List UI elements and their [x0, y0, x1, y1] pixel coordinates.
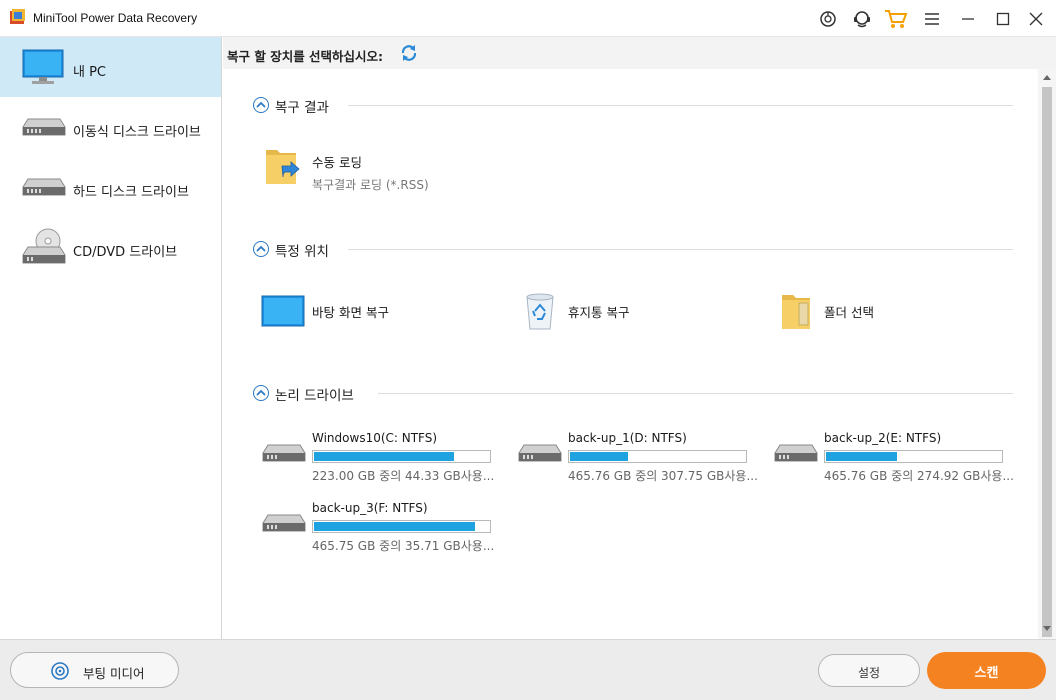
main-header-title: 복구 할 장치를 선택하십시오: [227, 49, 384, 64]
cd-dvd-drive-icon [22, 227, 66, 268]
drive-info: 465.75 GB 중의 35.71 GB사용... [312, 539, 495, 553]
monitor-icon [22, 49, 64, 88]
manual-load-title: 수동 로딩 [312, 155, 362, 170]
minimize-icon[interactable] [956, 7, 980, 31]
drive-usage-fill [314, 522, 475, 531]
manual-load-subtitle: 복구결과 로딩 (*.RSS) [312, 178, 429, 192]
section-divider [348, 249, 1013, 250]
sidebar-item-label: 이동식 디스크 드라이브 [73, 125, 201, 140]
sidebar-item-cd-dvd-drive[interactable]: CD/DVD 드라이브 [0, 217, 221, 277]
drive-info: 465.76 GB 중의 274.92 GB사용... [824, 469, 1014, 483]
title-bar: MiniTool Power Data Recovery [0, 0, 1056, 37]
drive-icon [774, 443, 818, 466]
drive-name: back-up_2(E: NTFS) [824, 431, 942, 445]
close-icon[interactable] [1024, 7, 1048, 31]
drive-usage-fill [570, 452, 629, 461]
recycle-bin-icon [523, 291, 557, 334]
manual-load-item[interactable]: 수동 로딩 복구결과 로딩 (*.RSS) [263, 142, 463, 192]
cart-icon[interactable] [884, 7, 908, 31]
folder-select-item[interactable]: 폴더 선택 [779, 291, 979, 331]
menu-icon[interactable] [920, 7, 944, 31]
app-logo-icon [9, 8, 27, 26]
sidebar-item-label: 내 PC [73, 65, 107, 80]
drive-info: 223.00 GB 중의 44.33 GB사용... [312, 469, 495, 483]
collapse-results-button[interactable] [253, 97, 269, 113]
sidebar-item-hard-drive[interactable]: 하드 디스크 드라이브 [0, 157, 221, 217]
folder-select-label: 폴더 선택 [824, 305, 874, 320]
refresh-icon[interactable] [400, 44, 418, 62]
drive-name: Windows10(C: NTFS) [312, 431, 438, 445]
main-scrollbar[interactable] [1038, 69, 1056, 639]
desktop-icon [261, 295, 305, 330]
drive-info: 465.76 GB 중의 307.75 GB사용... [568, 469, 758, 483]
drive-name: back-up_1(D: NTFS) [568, 431, 687, 445]
folder-icon [779, 291, 813, 334]
scroll-up-icon[interactable] [1038, 69, 1056, 85]
disc-icon [50, 661, 70, 684]
drive-item-f[interactable]: back-up_3(F: NTFS) 465.75 GB 중의 35.71 GB… [262, 501, 502, 561]
recycle-bin-recovery-label: 휴지통 복구 [568, 305, 630, 320]
boot-media-label: 부팅 미디어 [83, 666, 145, 681]
drive-icon [262, 443, 306, 466]
sidebar-item-removable-drive[interactable]: 이동식 디스크 드라이브 [0, 97, 221, 157]
collapse-drives-button[interactable] [253, 385, 269, 401]
section-title: 특정 위치 [275, 244, 329, 260]
main-header: 복구 할 장치를 선택하십시오: [223, 37, 1056, 69]
support-headset-icon[interactable] [850, 7, 874, 31]
settings-label: 설정 [857, 666, 881, 680]
bottom-bar: 부팅 미디어 설정 스캔 [0, 639, 1056, 700]
desktop-recovery-item[interactable]: 바탕 화면 복구 [261, 295, 461, 329]
drive-item-d[interactable]: back-up_1(D: NTFS) 465.76 GB 중의 307.75 G… [518, 431, 758, 491]
drive-item-e[interactable]: back-up_2(E: NTFS) 465.76 GB 중의 274.92 G… [774, 431, 1014, 491]
drive-usage-fill [826, 452, 897, 461]
boot-media-button[interactable]: 부팅 미디어 [10, 652, 179, 688]
maximize-icon[interactable] [991, 7, 1015, 31]
sidebar-item-label: 하드 디스크 드라이브 [73, 185, 189, 200]
removable-drive-icon [22, 117, 66, 140]
scroll-thumb[interactable] [1042, 87, 1052, 637]
scan-label: 스캔 [974, 666, 999, 681]
main-panel: 복구 할 장치를 선택하십시오: 복구 결과 수동 로딩 복구결과 로딩 (*.… [223, 37, 1056, 639]
sidebar-item-label: CD/DVD 드라이브 [73, 245, 178, 260]
drive-name: back-up_3(F: NTFS) [312, 501, 428, 515]
scan-button[interactable]: 스캔 [927, 652, 1046, 689]
drive-usage-fill [314, 452, 454, 461]
section-divider [378, 393, 1013, 394]
section-logical-drives: 논리 드라이브 [253, 383, 1013, 404]
hard-drive-icon [22, 177, 66, 200]
section-title: 논리 드라이브 [275, 388, 354, 404]
drive-usage-bar [824, 450, 1003, 463]
drive-icon [262, 513, 306, 536]
drive-usage-bar [568, 450, 747, 463]
collapse-location-button[interactable] [253, 241, 269, 257]
section-divider [348, 105, 1013, 106]
drive-icon [518, 443, 562, 466]
section-specific-location: 특정 위치 [253, 239, 1013, 260]
device-sidebar: 내 PC 이동식 디스크 드라이브 하드 디스크 드라이브 CD/DVD 드라이… [0, 37, 222, 639]
help-circle-icon[interactable] [816, 7, 840, 31]
drive-usage-bar [312, 450, 491, 463]
scroll-down-icon[interactable] [1038, 621, 1056, 637]
recycle-bin-recovery-item[interactable]: 휴지통 복구 [523, 291, 723, 331]
folder-load-icon [263, 144, 303, 191]
desktop-recovery-label: 바탕 화면 복구 [312, 305, 389, 320]
drive-item-c[interactable]: Windows10(C: NTFS) 223.00 GB 중의 44.33 GB… [262, 431, 502, 491]
drive-usage-bar [312, 520, 491, 533]
settings-button[interactable]: 설정 [818, 654, 920, 687]
sidebar-item-my-pc[interactable]: 내 PC [0, 37, 221, 97]
app-title: MiniTool Power Data Recovery [33, 11, 198, 25]
section-title: 복구 결과 [275, 100, 329, 116]
section-recovery-results: 복구 결과 [253, 95, 1013, 116]
